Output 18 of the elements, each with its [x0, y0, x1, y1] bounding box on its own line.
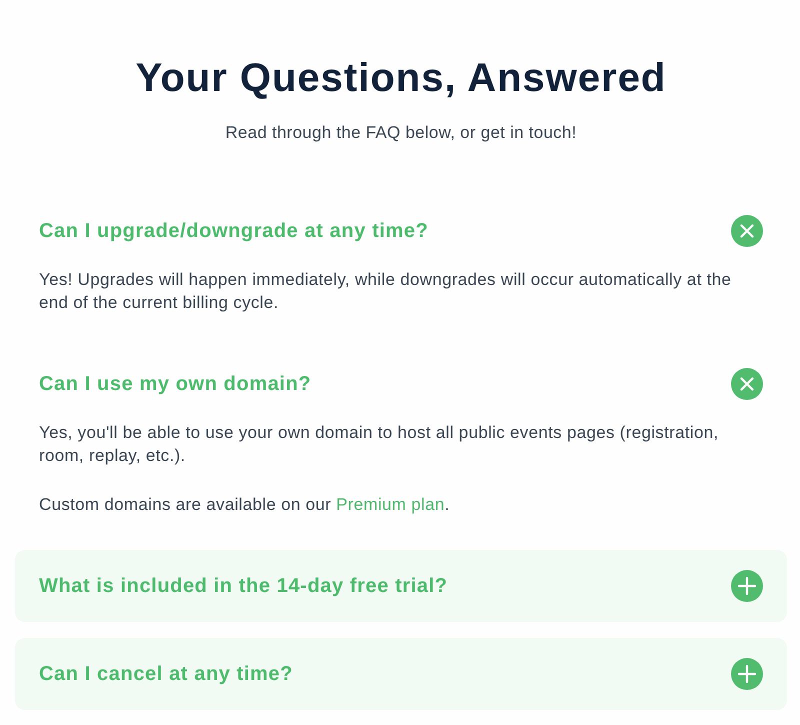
page-title: Your Questions, Answered — [134, 55, 668, 102]
collapse-button[interactable] — [731, 215, 763, 247]
faq-answer: Yes, you'll be able to use your own domain to host all public events pages (registration, room, replay, etc.). — [39, 422, 720, 467]
collapse-button[interactable] — [731, 368, 763, 400]
faq-question: What is included in the 14-day free trial? — [39, 574, 448, 599]
plus-icon — [738, 665, 756, 683]
page-subtitle: Read through the FAQ below, or get in touch! — [224, 122, 578, 144]
faq-question: Can I use my own domain? — [39, 372, 312, 397]
close-icon — [740, 224, 754, 238]
expand-button[interactable] — [731, 570, 763, 602]
faq-answer: Yes! Upgrades will happen immediately, while downgrades will occur automatically at the end of the current billing cycle. — [39, 269, 732, 314]
premium-plan-link[interactable]: Premium plan — [336, 495, 445, 514]
faq-answer: Custom domains are available on our Premium plan. — [39, 494, 451, 516]
close-icon — [740, 377, 754, 391]
plus-icon — [738, 577, 756, 595]
faq-question: Can I cancel at any time? — [39, 662, 293, 687]
faq-question: Can I upgrade/downgrade at any time? — [39, 219, 428, 244]
expand-button[interactable] — [731, 658, 763, 690]
